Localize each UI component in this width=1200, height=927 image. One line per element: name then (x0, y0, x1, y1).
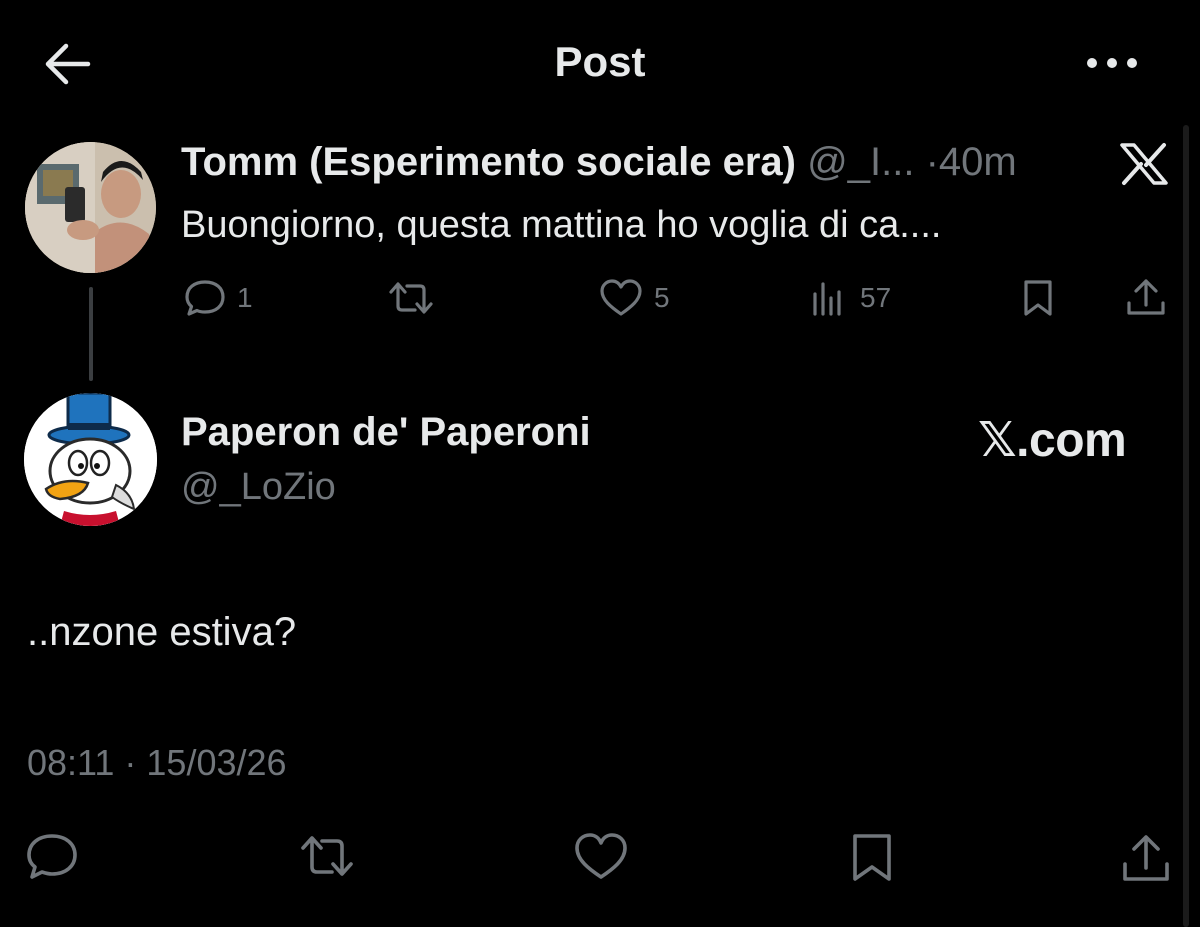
reply-count: 1 (237, 282, 253, 313)
avatar-tomm[interactable] (25, 142, 156, 273)
repost-button[interactable] (385, 276, 447, 320)
separator: · (925, 140, 939, 184)
repost-icon (297, 832, 357, 882)
reply-icon (183, 278, 237, 318)
share-button[interactable] (1124, 276, 1178, 320)
reply-button[interactable]: 1 (183, 276, 253, 320)
bookmark-button[interactable] (849, 832, 895, 884)
post-text[interactable]: Buongiorno, questa mattina ho voglia di … (181, 204, 941, 247)
scrollbar[interactable] (1183, 125, 1189, 927)
reply-button[interactable] (25, 832, 79, 882)
thread-connector (89, 287, 93, 381)
author-name[interactable]: Paperon de' Paperoni (181, 410, 591, 455)
post-text[interactable]: ..nzone estiva? (27, 610, 296, 655)
reply-icon (25, 832, 79, 882)
post-header: Tomm (Esperimento sociale era) @_I... ·4… (181, 140, 1017, 185)
share-icon (1120, 832, 1172, 886)
author-name[interactable]: Tomm (Esperimento sociale era) (181, 140, 796, 184)
more-horizontal-icon[interactable] (1082, 50, 1142, 76)
bookmark-button[interactable] (1020, 276, 1066, 320)
views-button[interactable]: 57 (810, 276, 891, 320)
post-timestamp[interactable]: 08:11 · 15/03/26 (27, 742, 287, 784)
avatar-paperone[interactable] (24, 393, 157, 526)
share-button[interactable] (1120, 832, 1172, 886)
heart-icon (598, 278, 654, 318)
repost-icon (385, 278, 447, 318)
views-count: 57 (860, 282, 892, 313)
repost-button[interactable] (297, 832, 357, 882)
like-button[interactable]: 5 (598, 276, 670, 320)
x-logo-icon (1118, 142, 1170, 186)
author-handle[interactable]: @_LoZio (181, 466, 336, 509)
post-time[interactable]: 40m (939, 140, 1017, 184)
share-icon (1124, 277, 1178, 319)
like-button[interactable] (573, 832, 629, 882)
analytics-icon (810, 278, 860, 318)
author-handle[interactable]: @_I... (807, 140, 914, 184)
like-count: 5 (654, 282, 670, 313)
page-title: Post (554, 38, 646, 85)
bookmark-icon (1020, 278, 1066, 318)
heart-icon (573, 832, 629, 882)
bookmark-icon (849, 832, 895, 884)
x-com-watermark: 𝕏.com (978, 414, 1127, 467)
